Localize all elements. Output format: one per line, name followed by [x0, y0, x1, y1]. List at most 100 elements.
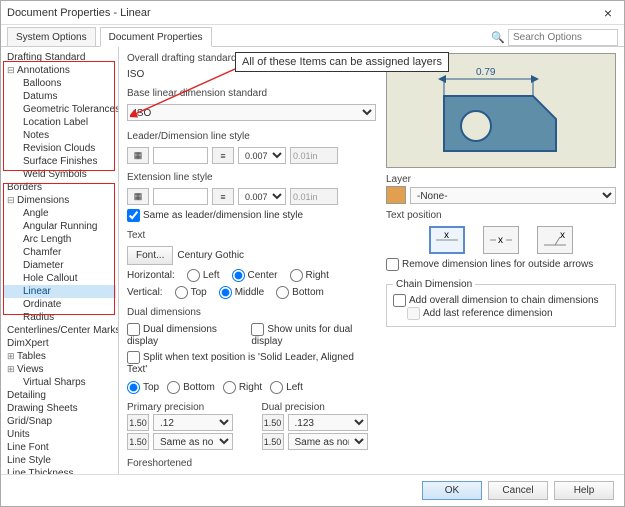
leader-color-button[interactable]: ▦: [127, 147, 149, 164]
cancel-button[interactable]: Cancel: [488, 481, 548, 500]
text-pos-1-icon: x: [434, 231, 460, 249]
dual-tol-select[interactable]: Same as nominal: [288, 433, 368, 450]
extension-style-label: Extension line style: [127, 172, 376, 183]
prim-tol-icon: 1.50: [127, 433, 149, 450]
tree-detailing[interactable]: Detailing: [3, 389, 116, 402]
remove-dim-lines-checkbox[interactable]: Remove dimension lines for outside arrow…: [386, 259, 593, 270]
svg-text:x: x: [444, 231, 449, 241]
pos-right-radio[interactable]: Right: [223, 381, 262, 394]
tree-radius[interactable]: Radius: [3, 311, 116, 324]
nav-tree: Drafting Standard ⊟Annotations Balloons …: [1, 47, 119, 474]
tree-annotations[interactable]: ⊟Annotations: [3, 64, 116, 77]
dual-display-checkbox[interactable]: Dual dimensions display: [127, 323, 241, 347]
tree-drawing-sheets[interactable]: Drawing Sheets: [3, 402, 116, 415]
text-pos-1-button[interactable]: x: [429, 226, 465, 254]
foreshortened-label: Foreshortened: [127, 458, 376, 469]
tree-dimensions[interactable]: ⊟Dimensions: [3, 194, 116, 207]
pos-left-radio[interactable]: Left: [270, 381, 303, 394]
dual-prec-select[interactable]: .123: [288, 414, 368, 431]
tree-location-label[interactable]: Location Label: [3, 116, 116, 129]
chain-last-checkbox: Add last reference dimension: [407, 308, 553, 319]
text-label: Text: [127, 230, 376, 241]
ext-thickness-select[interactable]: 0.0071in: [238, 188, 286, 205]
tree-datums[interactable]: Datums: [3, 90, 116, 103]
ext-linestyle-select[interactable]: [153, 188, 208, 205]
horizontal-label: Horizontal:: [127, 270, 175, 281]
pos-bottom-radio[interactable]: Bottom: [167, 381, 215, 394]
leader-thickness-icon[interactable]: ≡: [212, 147, 234, 164]
layer-select[interactable]: -None-: [410, 187, 616, 204]
tree-angular-running[interactable]: Angular Running: [3, 220, 116, 233]
tree-chamfer[interactable]: Chamfer: [3, 246, 116, 259]
tree-centerlines[interactable]: Centerlines/Center Marks: [3, 324, 116, 337]
chain-dimension-group: Chain Dimension Add overall dimension to…: [386, 279, 616, 327]
tree-ordinate[interactable]: Ordinate: [3, 298, 116, 311]
prim-prec-select[interactable]: .12: [153, 414, 233, 431]
h-right-radio[interactable]: Right: [290, 269, 329, 282]
tree-arc-length[interactable]: Arc Length: [3, 233, 116, 246]
tree-diameter[interactable]: Diameter: [3, 259, 116, 272]
tab-document-properties[interactable]: Document Properties: [100, 27, 212, 47]
tree-tables[interactable]: ⊞Tables: [3, 350, 116, 363]
font-button[interactable]: Font...: [127, 246, 173, 265]
collapse-icon: ⊟: [7, 65, 17, 76]
text-pos-2-icon: x: [488, 231, 514, 249]
tree-surface-finishes[interactable]: Surface Finishes: [3, 155, 116, 168]
pos-top-radio[interactable]: Top: [127, 381, 159, 394]
chain-overall-checkbox[interactable]: Add overall dimension to chain dimension…: [393, 295, 599, 306]
tree-virtual-sharps[interactable]: Virtual Sharps: [3, 376, 116, 389]
font-name: Century Gothic: [177, 250, 244, 261]
v-middle-radio[interactable]: Middle: [219, 286, 264, 299]
dual-units-checkbox[interactable]: Show units for dual display: [251, 323, 376, 347]
tree-revision-clouds[interactable]: Revision Clouds: [3, 142, 116, 155]
h-center-radio[interactable]: Center: [232, 269, 278, 282]
tree-borders[interactable]: Borders: [3, 181, 116, 194]
svg-text:x: x: [560, 231, 565, 241]
search-icon: 🔍: [491, 31, 505, 44]
tree-notes[interactable]: Notes: [3, 129, 116, 142]
tree-views[interactable]: ⊞Views: [3, 363, 116, 376]
leader-length-input[interactable]: [290, 147, 338, 164]
chain-dimension-label: Chain Dimension: [393, 279, 475, 290]
tree-grid-snap[interactable]: Grid/Snap: [3, 415, 116, 428]
text-position-label: Text position: [386, 210, 616, 221]
leader-thickness-select[interactable]: 0.0071in: [238, 147, 286, 164]
base-std-select[interactable]: ISO: [127, 104, 376, 121]
text-pos-3-icon: x: [542, 231, 568, 249]
window-title: Document Properties - Linear: [7, 7, 151, 19]
split-when-checkbox[interactable]: Split when text position is 'Solid Leade…: [127, 351, 376, 375]
overall-std-label: Overall drafting standard: [127, 53, 376, 64]
tree-drafting-standard[interactable]: Drafting Standard: [3, 51, 116, 64]
tree-weld-symbols[interactable]: Weld Symbols: [3, 168, 116, 181]
ok-button[interactable]: OK: [422, 481, 482, 500]
leader-linestyle-select[interactable]: [153, 147, 208, 164]
layer-icon: [386, 186, 406, 204]
text-pos-3-button[interactable]: x: [537, 226, 573, 254]
tree-units[interactable]: Units: [3, 428, 116, 441]
tree-hole-callout[interactable]: Hole Callout: [3, 272, 116, 285]
v-top-radio[interactable]: Top: [175, 286, 207, 299]
tree-angle[interactable]: Angle: [3, 207, 116, 220]
tree-dimxpert[interactable]: DimXpert: [3, 337, 116, 350]
tree-line-font[interactable]: Line Font: [3, 441, 116, 454]
v-bottom-radio[interactable]: Bottom: [276, 286, 324, 299]
h-left-radio[interactable]: Left: [187, 269, 220, 282]
expand-icon: ⊞: [7, 351, 17, 362]
close-icon[interactable]: ×: [598, 5, 618, 21]
ext-color-button[interactable]: ▦: [127, 188, 149, 205]
tab-system-options[interactable]: System Options: [7, 27, 96, 46]
search-input[interactable]: [508, 29, 618, 46]
tree-balloons[interactable]: Balloons: [3, 77, 116, 90]
ext-thickness-icon[interactable]: ≡: [212, 188, 234, 205]
same-as-leader-checkbox[interactable]: Same as leader/dimension line style: [127, 209, 376, 222]
layer-label: Layer: [386, 174, 616, 185]
prim-tol-select[interactable]: Same as nominal: [153, 433, 233, 450]
tree-line-thickness[interactable]: Line Thickness: [3, 467, 116, 474]
help-button[interactable]: Help: [554, 481, 614, 500]
tree-geometric-tolerances[interactable]: Geometric Tolerances: [3, 103, 116, 116]
ext-length-input[interactable]: [290, 188, 338, 205]
text-pos-2-button[interactable]: x: [483, 226, 519, 254]
tree-line-style[interactable]: Line Style: [3, 454, 116, 467]
dual-prec-icon: 1.50: [262, 414, 284, 431]
tree-linear[interactable]: Linear: [3, 285, 116, 298]
